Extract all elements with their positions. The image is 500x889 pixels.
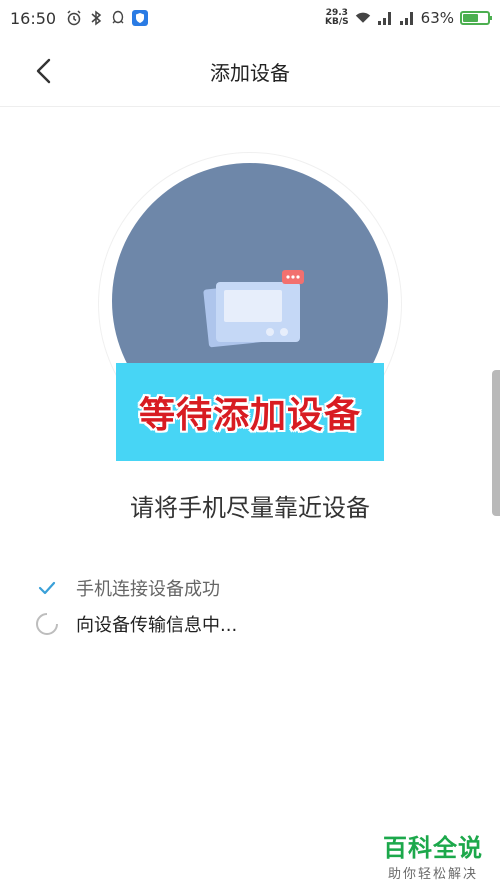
instruction-text: 请将手机尽量靠近设备 [130, 494, 370, 522]
battery-percent: 63% [420, 9, 454, 27]
status-right: 29.3 KB/S 63% [325, 9, 492, 27]
battery-icon [460, 11, 492, 25]
page-title: 添加设备 [210, 60, 290, 85]
chevron-left-icon [36, 58, 51, 84]
wifi-icon [355, 10, 371, 26]
progress-steps: 手机连接设备成功 向设备传输信息中... [34, 570, 237, 642]
banner-text: 等待添加设备 [138, 395, 361, 436]
security-shield-icon [132, 10, 149, 26]
loading-spinner-icon [34, 611, 60, 637]
watermark-title: 百科全说 [383, 834, 483, 862]
alarm-icon [66, 10, 82, 26]
network-speed: 29.3 KB/S [325, 9, 349, 27]
status-left: 16:50 [10, 8, 149, 28]
status-bar: 16:50 29.3 KB/S 63% [0, 0, 500, 36]
watermark-subtitle: 助你轻松解决 [387, 867, 478, 882]
side-scroll-handle[interactable] [492, 370, 500, 516]
signal-icon [377, 10, 393, 26]
bluetooth-icon [88, 10, 104, 26]
nav-bar: 添加设备 [0, 36, 500, 107]
step-label: 手机连接设备成功 [76, 579, 220, 600]
status-banner: 等待添加设备 [116, 363, 384, 461]
back-button[interactable] [28, 54, 58, 88]
step-item: 手机连接设备成功 [34, 570, 237, 606]
device-icon [202, 268, 312, 348]
network-speed-unit: KB/S [325, 17, 349, 27]
step-label: 向设备传输信息中... [76, 615, 238, 636]
signal-4g-icon [399, 10, 415, 26]
step-item: 向设备传输信息中... [34, 606, 237, 642]
watermark: 百科全说 助你轻松解决 [378, 828, 488, 882]
battery-level [463, 14, 479, 22]
check-icon [34, 575, 60, 601]
qq-icon [110, 10, 126, 26]
status-time: 16:50 [10, 8, 57, 28]
